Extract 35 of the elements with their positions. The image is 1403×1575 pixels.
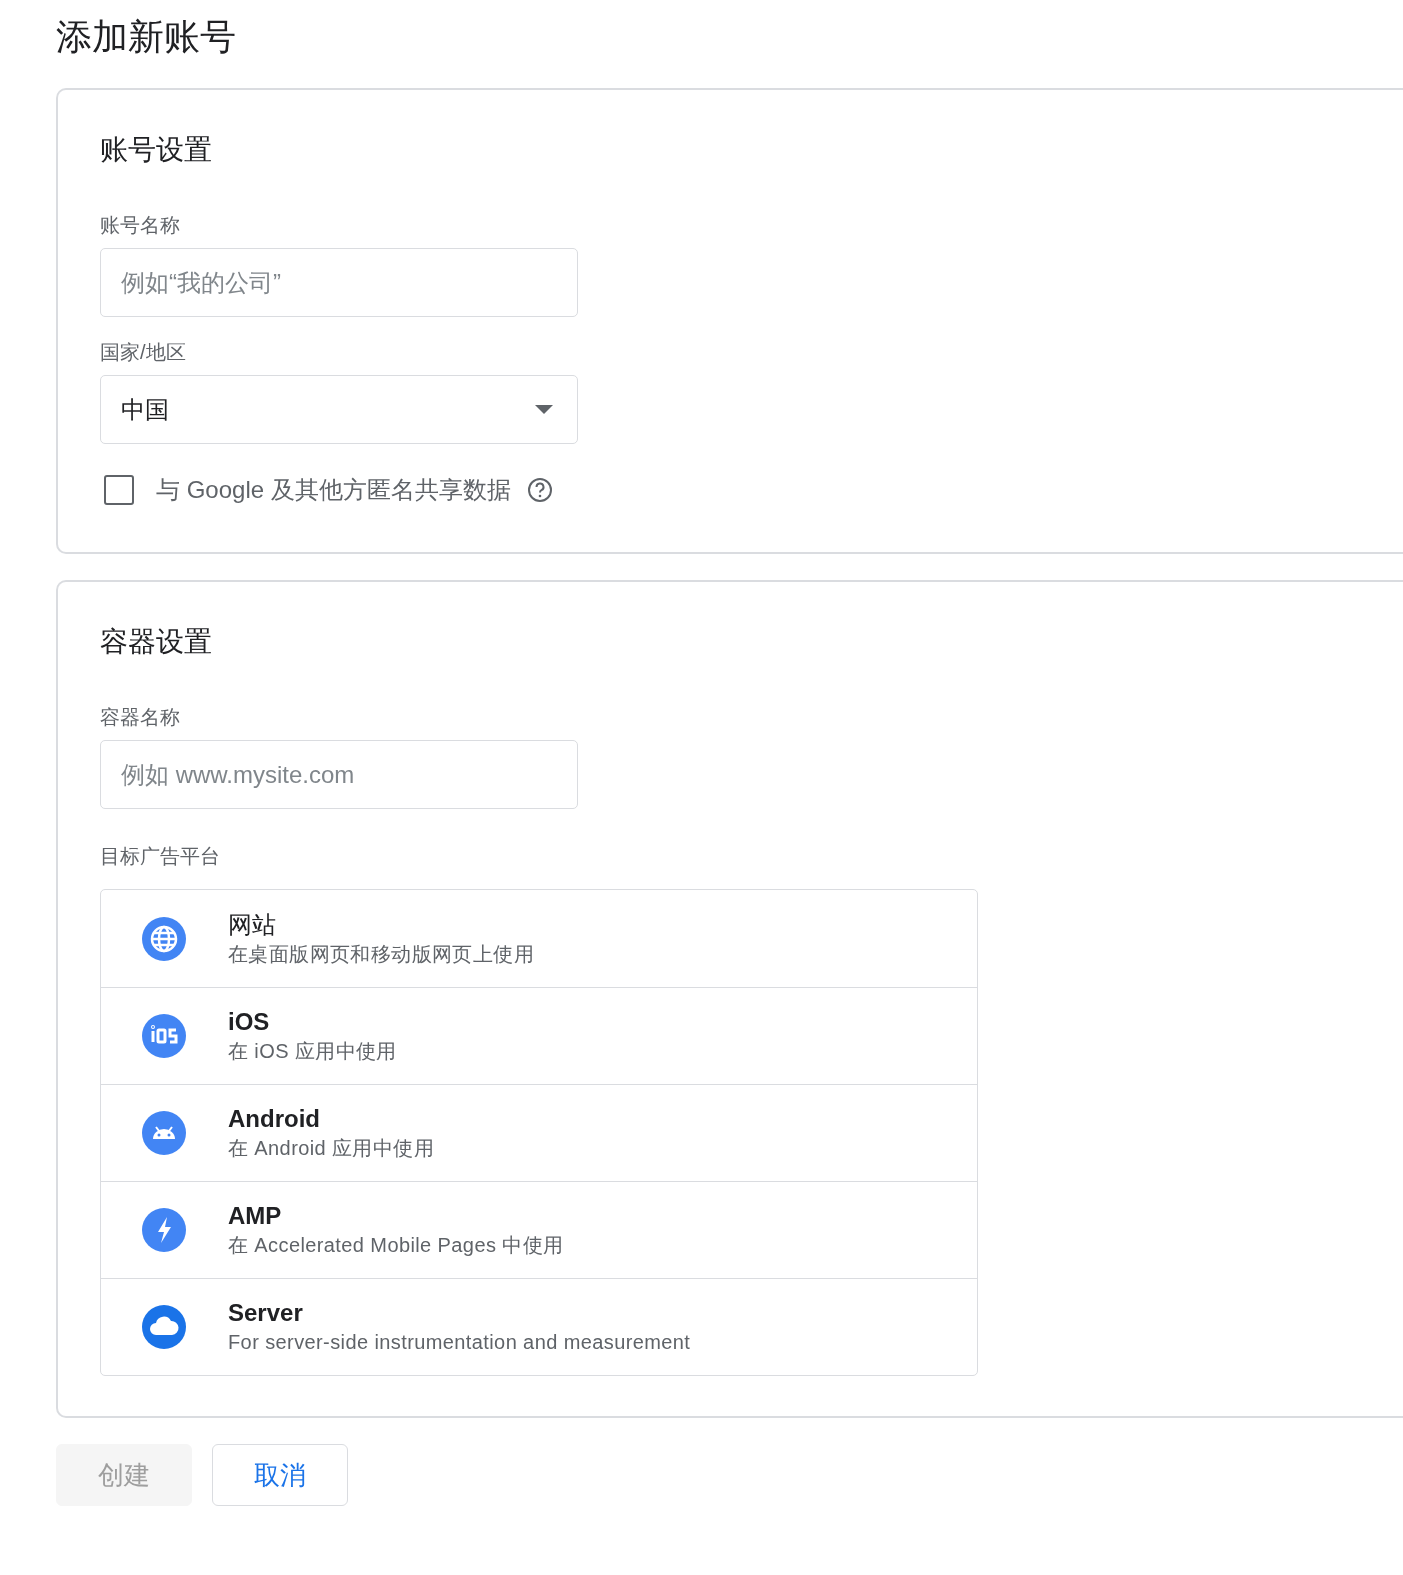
platform-title: Server	[228, 1298, 304, 1328]
field-label: 账号名称	[100, 213, 181, 238]
platform-description: For server-side instrumentation and measurement	[228, 1330, 691, 1355]
checkbox[interactable]	[104, 475, 134, 505]
platform-description: 在 Accelerated Mobile Pages 中使用	[228, 1233, 564, 1258]
platform-description: 在桌面版网页和移动版网页上使用	[228, 941, 534, 967]
platform-option[interactable]: iOS 在 iOS 应用中使用	[101, 987, 977, 1084]
platform-title: Android	[228, 1104, 321, 1134]
cloud-icon	[142, 1305, 186, 1349]
lightning-icon	[142, 1208, 186, 1252]
cancel-button[interactable]: 取消	[212, 1444, 348, 1506]
platform-description: 在 iOS 应用中使用	[228, 1039, 397, 1064]
platform-option[interactable]: Android 在 Android 应用中使用	[101, 1084, 977, 1181]
field-label: 容器名称	[100, 705, 181, 730]
country-dropdown[interactable]: 中国	[100, 375, 578, 444]
container-name-field[interactable]: 例如 www.mysite.com	[100, 740, 578, 809]
section-heading: 容器设置	[100, 625, 213, 659]
help-icon[interactable]	[526, 477, 553, 503]
page-title: 添加新账号	[56, 15, 237, 59]
globe-icon	[142, 916, 186, 961]
field-label: 国家/地区	[100, 340, 187, 365]
ios-icon	[142, 1014, 186, 1058]
platform-title: AMP	[228, 1201, 283, 1231]
field-label: 目标广告平台	[100, 844, 221, 869]
section-heading: 账号设置	[100, 133, 213, 167]
account-name-field[interactable]: 例如“我的公司”	[100, 248, 578, 317]
platform-title: 网站	[228, 909, 277, 940]
android-icon	[142, 1111, 186, 1155]
caret-icon	[535, 405, 553, 414]
platform-option[interactable]: 网站 在桌面版网页和移动版网页上使用	[101, 890, 977, 987]
platform-title: iOS	[228, 1007, 271, 1037]
checkbox-label: 与 Google 及其他方匿名共享数据	[156, 475, 511, 505]
platform-description: 在 Android 应用中使用	[228, 1136, 435, 1161]
platform-option[interactable]: AMP 在 Accelerated Mobile Pages 中使用	[101, 1181, 977, 1278]
platform-option[interactable]: Server For server-side instrumentation and measurement	[101, 1278, 977, 1375]
